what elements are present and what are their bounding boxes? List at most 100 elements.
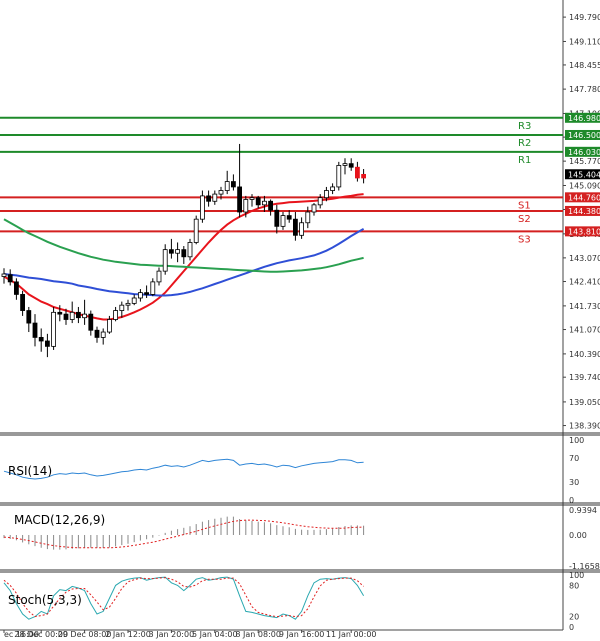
stoch-tick-label: 0 [569, 623, 574, 632]
candle-body [292, 218, 298, 236]
rsi-tick-label: 100 [569, 436, 584, 445]
level-price-tag-text: 143.810 [568, 227, 600, 236]
rsi-tick-label: 0 [569, 496, 574, 505]
candle-body [361, 173, 367, 179]
candle-body [348, 163, 354, 168]
candle-body [249, 197, 255, 200]
candle-body [94, 329, 100, 338]
time-label: 3 Jan 20:00 [149, 630, 195, 639]
candle-body [51, 311, 56, 347]
candle-body [255, 197, 261, 206]
candle-body [45, 340, 50, 347]
stoch-tick-label: 80 [569, 581, 579, 590]
candle-body [125, 302, 131, 306]
candle-body [7, 274, 13, 283]
rsi-title: RSI(14) [8, 464, 52, 478]
candle-body [76, 311, 81, 319]
price-tick-label: 142.410 [569, 278, 600, 287]
level-label-s3: S3 [518, 234, 531, 245]
candle-body [330, 186, 336, 191]
price-tick-label: 139.050 [569, 398, 600, 407]
price-tick-label: 145.090 [569, 182, 600, 191]
candle-body [20, 294, 26, 311]
candle-body [181, 249, 187, 258]
macd-tick-label: -1.1658 [569, 562, 600, 571]
candle-body [342, 163, 348, 166]
macd-title: MACD(12,26,9) [14, 513, 105, 527]
time-label: 11 Jan 00:00 [326, 630, 377, 639]
candle-body [336, 165, 342, 188]
candle-body [57, 311, 63, 315]
time-label: 8 Jan 08:00 [235, 630, 281, 639]
candle-body [107, 319, 112, 333]
candle-body [193, 218, 199, 243]
level-label-s2: S2 [518, 214, 531, 225]
price-tick-label: 147.780 [569, 85, 600, 94]
candle-body [119, 304, 125, 311]
price-tick-label: 141.730 [569, 302, 600, 311]
macd-tick-label: 0.9394 [569, 506, 597, 515]
candle-body [150, 281, 156, 295]
candle-body [305, 211, 311, 224]
price-tick-label: 140.390 [569, 350, 600, 359]
candle-body [187, 242, 193, 258]
level-label-r2: R2 [518, 138, 531, 149]
time-label: 9 Jan 16:00 [279, 630, 325, 639]
price-tick-label: 141.070 [569, 326, 600, 335]
price-tick-label: 139.740 [569, 373, 600, 382]
candle-body [311, 204, 317, 213]
candle-body [100, 331, 106, 338]
stoch-tick-label: 100 [569, 571, 584, 580]
candle-body [243, 199, 249, 213]
price-tick-label: 148.455 [569, 61, 600, 70]
candle-body [38, 337, 44, 342]
candle-body [162, 249, 168, 272]
candle-body [317, 197, 323, 206]
candle-body [32, 322, 38, 338]
candle-body [268, 200, 274, 211]
candle-body [63, 313, 69, 320]
candle-body [212, 193, 218, 202]
macd-tick-label: 0.00 [569, 531, 587, 540]
candle-body [230, 181, 236, 188]
candle-body [274, 209, 280, 227]
candle-body [131, 297, 137, 304]
level-label-r1: R1 [518, 155, 531, 166]
candle-body [13, 281, 19, 295]
level-label-r3: R3 [518, 121, 531, 132]
candle-body [261, 200, 267, 206]
rsi-tick-label: 70 [569, 454, 579, 463]
candle-body [206, 195, 212, 202]
rsi-tick-label: 30 [569, 478, 579, 487]
candle-body [156, 270, 162, 283]
candle-body [286, 215, 292, 220]
level-price-tag-text: 146.980 [568, 114, 600, 123]
candle-body [224, 181, 230, 191]
price-tick-label: 149.790 [569, 13, 600, 22]
time-label: 5 Jan 04:00 [192, 630, 238, 639]
level-label-s1: S1 [518, 200, 531, 211]
level-price-tag-text: 146.030 [568, 148, 600, 157]
price-tick-label: 143.070 [569, 254, 600, 263]
candle-body [175, 249, 181, 254]
candle-body [88, 313, 94, 331]
level-price-tag-text: 144.760 [568, 193, 600, 202]
time-label: 2 Jan 12:00 [105, 630, 151, 639]
stoch-title: Stoch(5,3,3) [8, 593, 82, 607]
candle-body [69, 311, 75, 320]
candle-body [323, 190, 329, 199]
candle-body [199, 195, 205, 220]
level-price-tag-text: 146.500 [568, 131, 600, 140]
candle-body [26, 310, 32, 324]
candle-body [218, 190, 224, 195]
price-tick-label: 145.770 [569, 157, 600, 166]
candle-body [82, 313, 87, 319]
candle-body [144, 292, 150, 295]
candle-body [299, 222, 305, 236]
candle-body [1, 273, 7, 277]
candle-body [237, 186, 243, 213]
forex-chart[interactable]: 149.790149.110148.455147.780147.100146.4… [0, 0, 600, 641]
candle-body [354, 166, 360, 179]
candle-body [113, 310, 118, 320]
price-tick-label: 149.110 [569, 37, 600, 46]
